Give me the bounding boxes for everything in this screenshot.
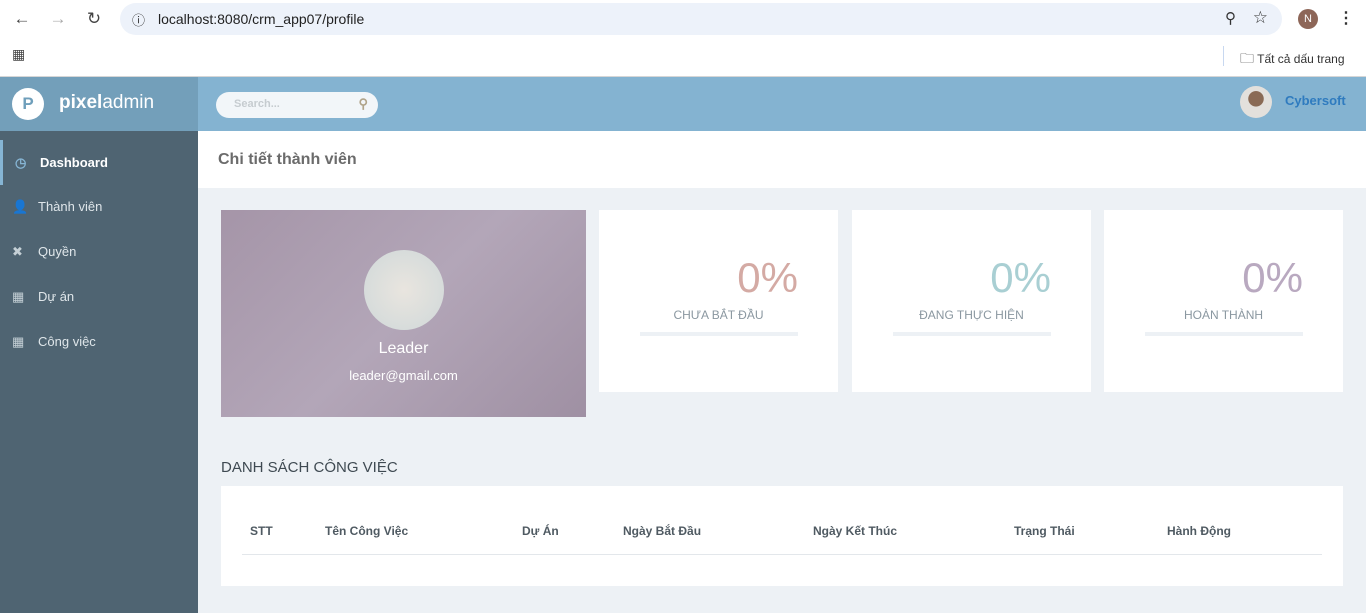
sidebar-item-dashboard[interactable]: ◷ Dashboard: [0, 140, 198, 185]
sidebar-item-tasks[interactable]: ▦ Công việc: [0, 319, 198, 364]
divider: [1223, 46, 1224, 66]
url-text[interactable]: localhost:8080/crm_app07/profile: [158, 11, 364, 27]
stat-label: HOÀN THÀNH: [1183, 308, 1264, 322]
page-header: Chi tiết thành viên: [198, 131, 1366, 188]
info-icon[interactable]: ⓘ: [132, 10, 145, 29]
column-header: Dự Án: [522, 524, 559, 538]
menu-icon[interactable]: ⋮: [1338, 8, 1354, 28]
column-header: Tên Công Việc: [325, 524, 409, 538]
progress-bar: [1145, 332, 1303, 336]
table-icon: ▦: [12, 289, 25, 304]
sidebar-item-label: Dashboard: [40, 155, 108, 170]
reload-icon[interactable]: ↻: [83, 8, 105, 30]
app-header: P pixeladmin Search... ⚲ Cybersoft: [0, 77, 1366, 131]
bookmarks-label: Tất cả dấu trang: [1257, 52, 1345, 66]
table-divider: [242, 554, 1322, 555]
search-placeholder: Search...: [234, 98, 280, 110]
sidebar-item-projects[interactable]: ▦ Dự án: [0, 274, 198, 319]
task-list-title: DANH SÁCH CÔNG VIỆC: [221, 459, 398, 476]
user-name[interactable]: Cybersoft: [1285, 93, 1346, 108]
search-icon[interactable]: ⚲: [358, 96, 368, 112]
star-icon[interactable]: ☆: [1253, 8, 1268, 28]
back-icon[interactable]: ←: [11, 8, 33, 30]
zoom-icon[interactable]: ⚲: [1225, 9, 1236, 27]
clock-icon: ◷: [15, 155, 27, 170]
logo[interactable]: P pixeladmin: [0, 77, 198, 131]
sidebar-item-label: Quyền: [38, 244, 77, 259]
profile-avatar: [364, 250, 444, 330]
apps-icon[interactable]: ▦: [12, 46, 25, 63]
column-header: STT: [250, 524, 273, 538]
progress-bar: [640, 332, 798, 336]
column-header: Hành Động: [1167, 524, 1231, 538]
stat-card-completed: 0% HOÀN THÀNH: [1104, 210, 1343, 392]
column-header: Ngày Kết Thúc: [813, 524, 898, 538]
user-icon: 👤: [12, 199, 29, 214]
stat-label: ĐANG THỰC HIỆN: [919, 308, 1024, 322]
column-header: Trạng Thái: [1014, 524, 1075, 538]
browser-toolbar: ← → ↻ ⓘ localhost:8080/crm_app07/profile…: [0, 0, 1366, 77]
address-bar[interactable]: ⓘ localhost:8080/crm_app07/profile ⚲ ☆: [120, 3, 1282, 35]
table-icon: ▦: [12, 334, 25, 349]
puzzle-icon: ✖: [12, 244, 23, 259]
stat-value: 0%: [737, 254, 798, 301]
forward-icon[interactable]: →: [47, 8, 69, 30]
profile-name: Leader: [378, 340, 429, 357]
profile-email: leader@gmail.com: [349, 368, 458, 383]
task-table: STT Tên Công Việc Dự Án Ngày Bắt Đầu Ngà…: [221, 486, 1343, 586]
stat-value: 0%: [1242, 254, 1303, 301]
logo-icon: P: [12, 88, 44, 120]
stat-label: CHƯA BẮT ĐẦU: [673, 308, 764, 322]
search-input[interactable]: Search... ⚲: [216, 92, 378, 118]
page-title: Chi tiết thành viên: [218, 151, 357, 168]
sidebar-item-label: Thành viên: [38, 199, 103, 214]
stat-card-not-started: 0% CHƯA BẮT ĐẦU: [599, 210, 838, 392]
sidebar: ◷ Dashboard 👤 Thành viên ✖ Quyền ▦ Dự án ▦ Cô…: [0, 131, 198, 613]
stat-value: 0%: [990, 254, 1051, 301]
sidebar-item-label: Công việc: [38, 334, 96, 349]
sidebar-item-label: Dự án: [38, 289, 75, 304]
sidebar-item-members[interactable]: 👤 Thành viên: [0, 184, 198, 229]
profile-card: Leader leader@gmail.com: [221, 210, 586, 417]
progress-bar: [893, 332, 1051, 336]
logo-text: pixeladmin: [59, 92, 155, 113]
profile-avatar[interactable]: N: [1298, 9, 1318, 29]
all-bookmarks[interactable]: 🗀 Tất cả dấu trang: [1240, 48, 1345, 72]
folder-icon: 🗀: [1240, 50, 1254, 66]
sidebar-item-roles[interactable]: ✖ Quyền: [0, 229, 198, 274]
stat-card-in-progress: 0% ĐANG THỰC HIỆN: [852, 210, 1091, 392]
user-avatar[interactable]: [1240, 86, 1272, 118]
column-header: Ngày Bắt Đầu: [623, 524, 702, 538]
